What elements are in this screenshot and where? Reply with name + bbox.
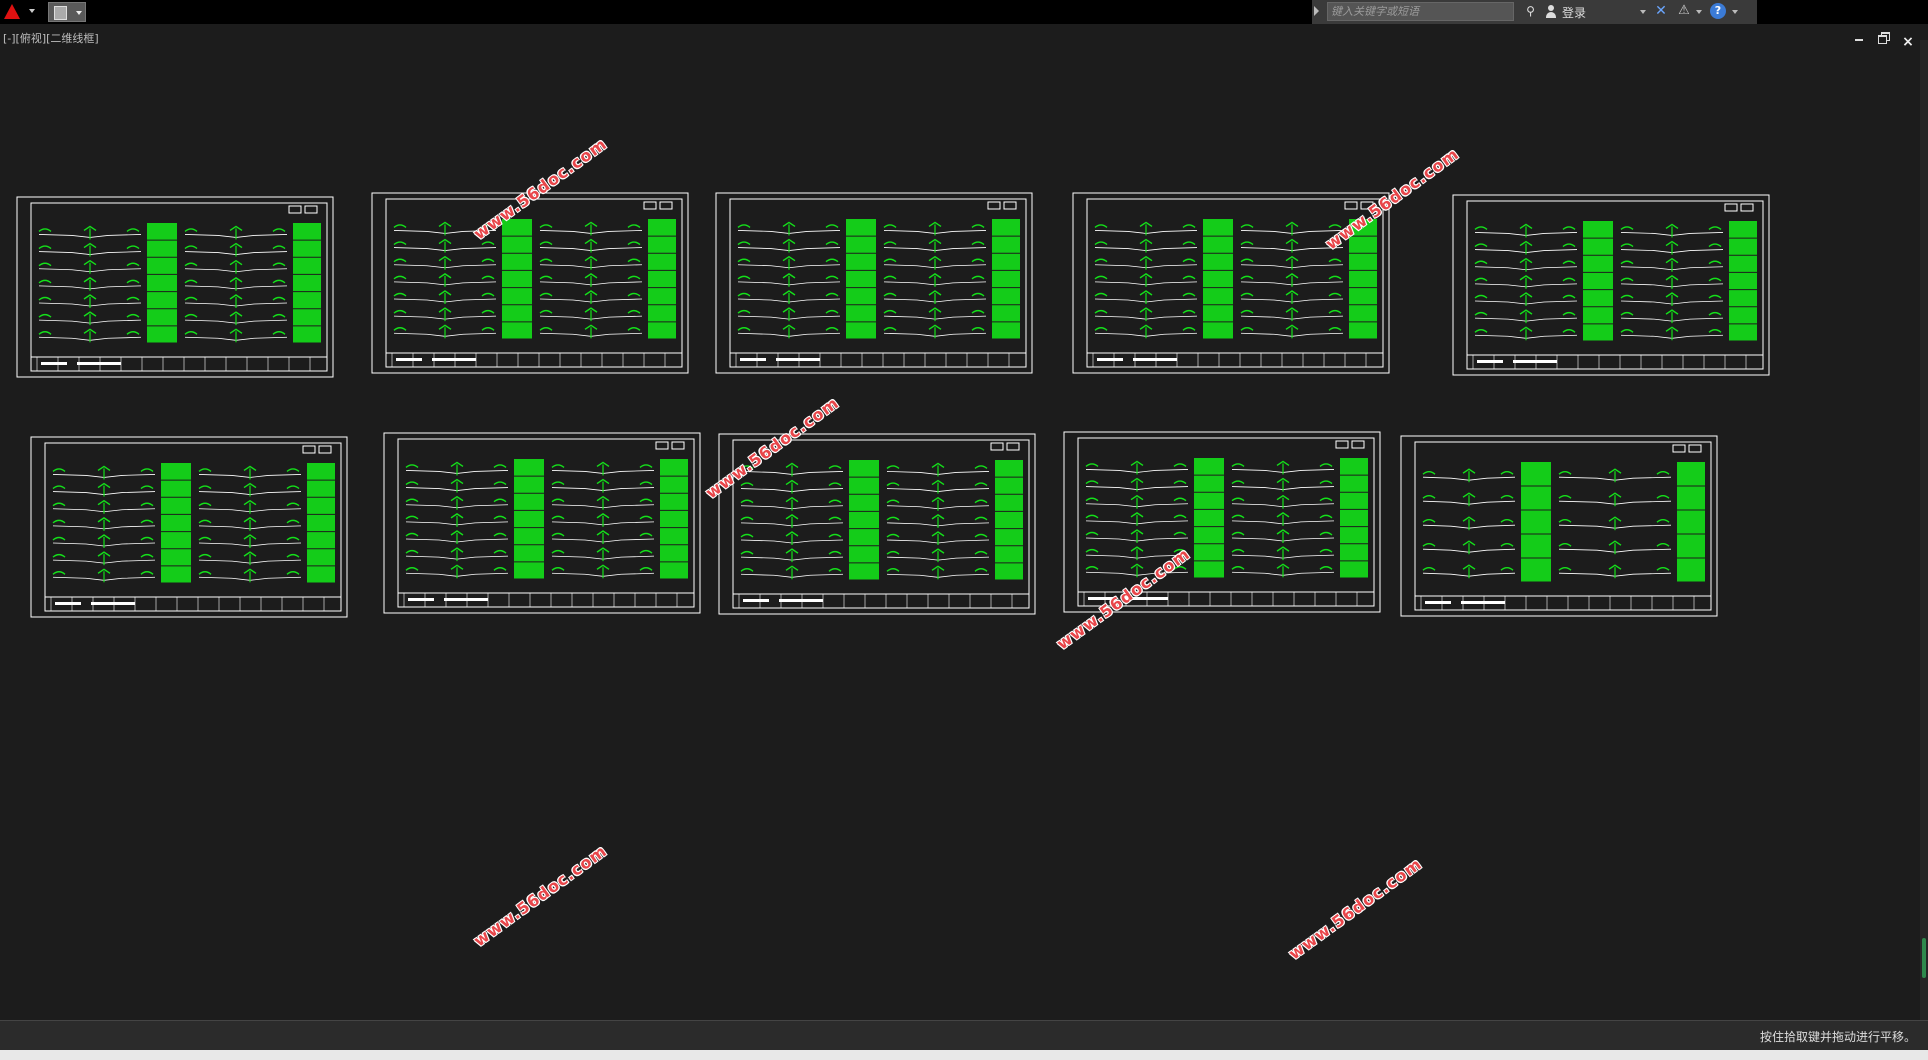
vertical-scrollbar[interactable] [1920,40,1928,1020]
document-icon [54,6,67,20]
collapse-arrow-icon[interactable] [1314,6,1319,16]
drawing-sheet [371,192,689,374]
application-menu-button[interactable] [0,0,40,24]
a360-icon[interactable]: ⚠ [1676,3,1692,19]
drawing-sheet [1063,431,1381,613]
user-icon[interactable] [1544,4,1558,19]
drawing-sheet [30,436,348,618]
status-bar: 按住拾取键并拖动进行平移。 [0,1020,1928,1050]
search-input[interactable] [1327,2,1514,21]
chevron-down-icon[interactable] [1732,10,1738,14]
drawing-sheet [383,432,701,614]
bottom-strip [0,1050,1928,1060]
login-button[interactable]: 登录 [1562,4,1586,21]
exchange-icon[interactable]: ✕ [1653,3,1669,19]
drawing-sheet [715,192,1033,374]
chevron-down-icon[interactable] [1640,10,1646,14]
drawing-sheet [1452,194,1770,376]
model-space [16,192,1770,618]
help-icon[interactable]: ? [1710,3,1726,19]
drawing-canvas[interactable] [0,40,1920,1018]
title-bar: ⚲ 登录 ✕ ⚠ ? [0,0,1928,24]
scrollbar-thumb[interactable] [1922,938,1926,978]
quick-access-toolbar[interactable] [48,2,86,22]
status-message: 按住拾取键并拖动进行平移。 [1759,1030,1916,1044]
chevron-down-icon [29,9,35,13]
drawing-sheet [16,196,334,378]
drawing-sheet [1072,192,1390,374]
chevron-down-icon[interactable] [1696,10,1702,14]
autocad-logo-icon [4,4,20,19]
info-center: ⚲ 登录 ✕ ⚠ ? [1312,0,1757,24]
binoculars-icon[interactable]: ⚲ [1523,4,1538,19]
chevron-down-icon [76,11,82,15]
drawing-sheet [1400,435,1718,617]
